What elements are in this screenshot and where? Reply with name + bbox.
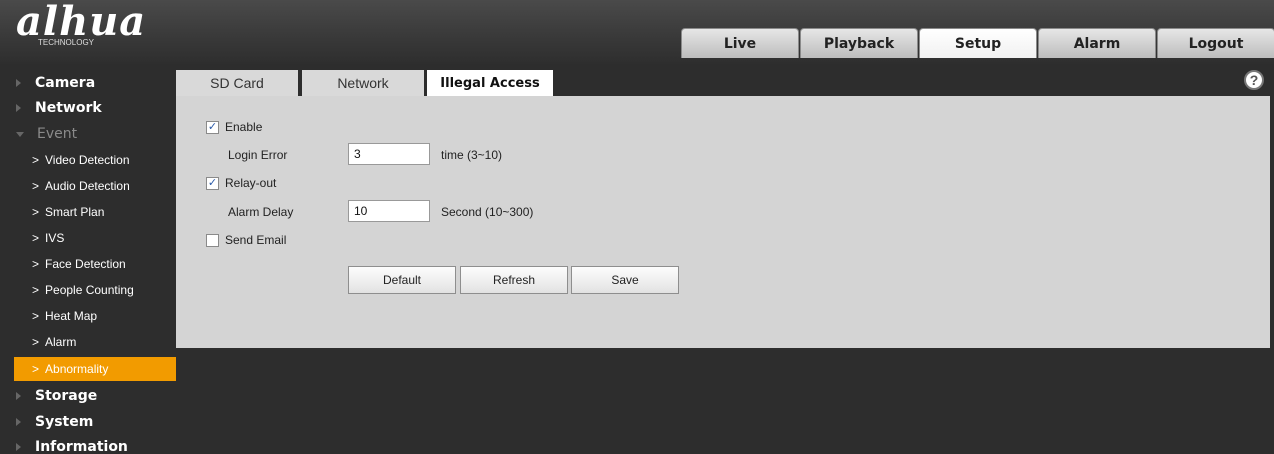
sidebar-group-label: Camera bbox=[35, 75, 96, 91]
sidebar-item-smart-plan[interactable]: > Smart Plan bbox=[14, 199, 176, 225]
chevron-right-icon: > bbox=[32, 231, 40, 245]
login-error-label: Login Error bbox=[228, 148, 288, 162]
sidebar-item-label: Heat Map bbox=[45, 309, 98, 323]
login-error-input[interactable] bbox=[348, 143, 430, 165]
sidebar-item-label: Face Detection bbox=[45, 257, 126, 271]
relay-out-row: ✓ Relay-out bbox=[206, 176, 276, 190]
sidebar-item-label: Smart Plan bbox=[45, 205, 105, 219]
alarm-delay-input[interactable] bbox=[348, 200, 430, 222]
tab-sd-card[interactable]: SD Card bbox=[176, 70, 298, 96]
sidebar-group-label: Storage bbox=[35, 388, 98, 404]
sidebar-item-people-counting[interactable]: > People Counting bbox=[14, 277, 176, 303]
sidebar-item-face-detection[interactable]: > Face Detection bbox=[14, 251, 176, 277]
enable-label: Enable bbox=[225, 120, 263, 134]
expand-arrow-icon bbox=[16, 79, 21, 87]
chevron-right-icon: > bbox=[32, 283, 40, 297]
sidebar-group-event[interactable]: Event bbox=[14, 121, 176, 147]
help-icon[interactable]: ? bbox=[1244, 70, 1264, 90]
sidebar-group-camera[interactable]: Camera bbox=[14, 70, 176, 96]
tab-network[interactable]: Network bbox=[302, 70, 424, 96]
chevron-right-icon: > bbox=[32, 205, 40, 219]
chevron-right-icon: > bbox=[32, 257, 40, 271]
dahua-logo: alhua TECHNOLOGY bbox=[16, 0, 156, 50]
nav-playback[interactable]: Playback bbox=[800, 28, 918, 58]
sidebar-group-system[interactable]: System bbox=[14, 409, 176, 435]
sidebar-item-label: Video Detection bbox=[45, 153, 130, 167]
sidebar-group-label: Information bbox=[35, 439, 128, 454]
chevron-right-icon: > bbox=[32, 335, 40, 349]
chevron-right-icon: > bbox=[32, 309, 40, 323]
alarm-delay-label: Alarm Delay bbox=[228, 205, 294, 219]
default-button[interactable]: Default bbox=[348, 266, 456, 294]
sidebar-group-label: Network bbox=[35, 100, 102, 116]
logo-subtitle: TECHNOLOGY bbox=[38, 38, 95, 47]
send-email-row: Send Email bbox=[206, 233, 286, 247]
login-error-hint: time (3~10) bbox=[441, 148, 503, 162]
sidebar-item-audio-detection[interactable]: > Audio Detection bbox=[14, 173, 176, 199]
chevron-right-icon: > bbox=[32, 179, 40, 193]
sidebar-item-ivs[interactable]: > IVS bbox=[14, 225, 176, 251]
sidebar-item-label: Audio Detection bbox=[45, 179, 130, 193]
sidebar-item-label: Abnormality bbox=[45, 362, 109, 376]
expand-arrow-icon bbox=[16, 443, 21, 451]
nav-alarm[interactable]: Alarm bbox=[1038, 28, 1156, 58]
relay-out-checkbox[interactable]: ✓ bbox=[206, 176, 219, 190]
enable-row: ✓ Enable bbox=[206, 120, 262, 134]
collapse-arrow-icon bbox=[16, 131, 24, 137]
illegal-access-panel: ✓ Enable Login Error time (3~10) ✓ Relay… bbox=[176, 96, 1270, 348]
alarm-delay-hint: Second (10~300) bbox=[441, 205, 534, 219]
nav-logout[interactable]: Logout bbox=[1157, 28, 1274, 58]
expand-arrow-icon bbox=[16, 418, 21, 426]
nav-setup[interactable]: Setup bbox=[919, 28, 1037, 58]
expand-arrow-icon bbox=[16, 104, 21, 112]
nav-live[interactable]: Live bbox=[681, 28, 799, 58]
send-email-checkbox[interactable] bbox=[206, 233, 219, 247]
sidebar-group-information[interactable]: Information bbox=[14, 434, 176, 454]
sidebar-item-label: IVS bbox=[45, 231, 65, 245]
save-button[interactable]: Save bbox=[571, 266, 679, 294]
content-tabs: SD Card Network Illegal Access bbox=[176, 70, 1270, 96]
sidebar-item-label: People Counting bbox=[45, 283, 134, 297]
sidebar-item-alarm[interactable]: > Alarm bbox=[14, 329, 176, 355]
sidebar-item-video-detection[interactable]: > Video Detection bbox=[14, 147, 176, 173]
sidebar-group-label: Event bbox=[37, 126, 78, 142]
top-header: alhua TECHNOLOGY Live Playback Setup Ala… bbox=[0, 0, 1274, 64]
refresh-button[interactable]: Refresh bbox=[460, 266, 568, 294]
tab-illegal-access[interactable]: Illegal Access bbox=[427, 70, 553, 96]
sidebar-item-label: Alarm bbox=[45, 335, 77, 349]
sidebar-item-abnormality[interactable]: > Abnormality bbox=[14, 357, 176, 381]
sidebar-group-label: System bbox=[35, 414, 94, 430]
enable-checkbox[interactable]: ✓ bbox=[206, 120, 219, 134]
send-email-label: Send Email bbox=[225, 233, 287, 247]
sidebar-group-network[interactable]: Network bbox=[14, 95, 176, 121]
relay-out-label: Relay-out bbox=[225, 176, 277, 190]
sidebar-group-storage[interactable]: Storage bbox=[14, 383, 176, 409]
chevron-right-icon: > bbox=[32, 153, 40, 167]
chevron-right-icon: > bbox=[32, 362, 40, 376]
expand-arrow-icon bbox=[16, 392, 21, 400]
sidebar-item-heat-map[interactable]: > Heat Map bbox=[14, 303, 176, 329]
